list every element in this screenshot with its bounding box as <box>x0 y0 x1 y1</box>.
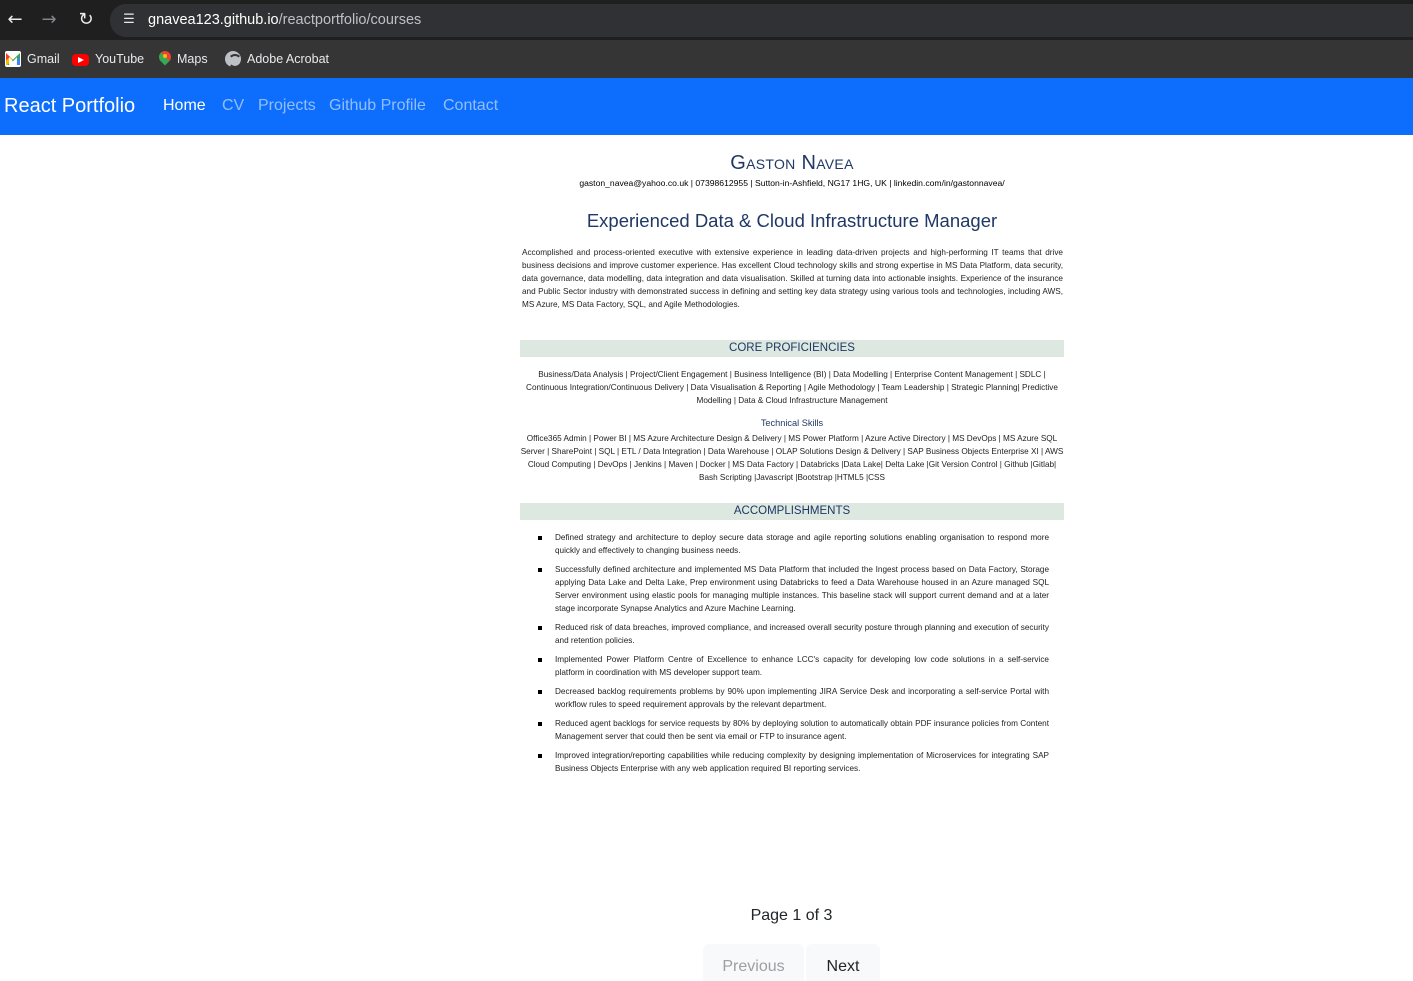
cv-contact-line: gaston_navea@yahoo.co.uk | 07398612955 |… <box>579 178 1005 188</box>
url-host: gnavea123.github.io <box>148 12 279 28</box>
maps-icon <box>159 51 171 67</box>
list-item: Reduced risk of data breaches, improved … <box>536 622 1049 648</box>
bullet-icon <box>538 625 542 630</box>
list-item: Successfully defined architecture and im… <box>536 564 1049 616</box>
accomplishment-text: Decreased backlog requirements problems … <box>555 686 1049 709</box>
bookmark-label: Gmail <box>27 52 60 66</box>
reload-icon[interactable]: ↻ <box>76 10 96 30</box>
url-path: /reactportfolio/courses <box>278 12 422 28</box>
bullet-icon <box>538 689 542 694</box>
accomplishment-text: Reduced agent backlogs for service reque… <box>555 718 1049 741</box>
cv-name: Gaston Navea <box>730 152 854 174</box>
list-item: Implemented Power Platform Centre of Exc… <box>536 654 1049 680</box>
core-proficiencies-text: Business/Data Analysis | Project/Client … <box>526 370 1058 405</box>
technical-skills-heading: Technical Skills <box>760 418 824 428</box>
url-field[interactable]: ☰ gnavea123.github.io/reactportfolio/cou… <box>110 4 1413 37</box>
navbar-brand[interactable]: React Portfolio <box>4 95 135 118</box>
gmail-icon <box>5 51 21 67</box>
previous-button[interactable]: Previous <box>703 944 804 981</box>
page-indicator: Page 1 of 3 <box>750 907 833 924</box>
app-navbar: React Portfolio Home CV Projects Github … <box>0 78 1413 135</box>
section-accomplishments: ACCOMPLISHMENTS <box>520 503 1064 520</box>
bookmark-adobe-acrobat[interactable]: Adobe Acrobat <box>225 50 329 68</box>
bullet-icon <box>538 568 542 572</box>
list-item: Decreased backlog requirements problems … <box>536 686 1049 712</box>
site-info-icon[interactable]: ☰ <box>120 11 138 29</box>
nav-link-contact[interactable]: Contact <box>443 97 498 115</box>
youtube-icon <box>72 54 89 66</box>
cv-summary: Accomplished and process-oriented execut… <box>522 248 1063 309</box>
bullet-icon <box>538 721 542 726</box>
bookmark-label: YouTube <box>95 52 145 66</box>
bookmark-label: Adobe Acrobat <box>247 52 330 66</box>
nav-link-home[interactable]: Home <box>163 97 206 115</box>
bookmark-maps[interactable]: Maps <box>159 50 208 68</box>
nav-link-projects[interactable]: Projects <box>258 97 316 115</box>
bookmarks-bar: Gmail YouTube Maps Adobe Acrobat <box>0 40 1413 78</box>
bullet-icon <box>538 753 542 758</box>
bookmark-youtube[interactable]: YouTube <box>72 50 144 68</box>
accomplishment-text: Defined strategy and architecture to dep… <box>555 533 1049 555</box>
list-item: Improved integration/reporting capabilit… <box>536 750 1049 776</box>
accomplishment-text: Improved integration/reporting capabilit… <box>555 750 1049 773</box>
accomplishments-list: Defined strategy and architecture to dep… <box>536 532 1049 782</box>
list-item: Defined strategy and architecture to dep… <box>536 532 1049 558</box>
bullet-icon <box>538 536 542 540</box>
next-button[interactable]: Next <box>806 944 880 981</box>
list-item: Reduced agent backlogs for service reque… <box>536 718 1049 744</box>
bullet-icon <box>538 657 542 662</box>
back-icon[interactable]: ← <box>5 10 25 30</box>
nav-link-github-profile[interactable]: Github Profile <box>329 97 426 115</box>
cv-headline: Experienced Data & Cloud Infrastructure … <box>586 210 998 231</box>
accomplishment-text: Successfully defined architecture and im… <box>555 565 1049 613</box>
url-text: gnavea123.github.io/reactportfolio/cours… <box>148 12 421 28</box>
section-core-proficiencies: CORE PROFICIENCIES <box>520 340 1064 357</box>
accomplishment-text: Implemented Power Platform Centre of Exc… <box>555 654 1049 677</box>
bookmark-gmail[interactable]: Gmail <box>5 50 60 68</box>
nav-link-cv[interactable]: CV <box>222 97 244 115</box>
acrobat-icon <box>225 51 242 68</box>
bookmark-label: Maps <box>177 52 208 66</box>
browser-address-bar: ← → ↻ ☰ gnavea123.github.io/reactportfol… <box>0 0 1413 40</box>
technical-skills-text: Office365 Admin | Power BI | MS Azure Ar… <box>520 434 1064 482</box>
forward-icon[interactable]: → <box>39 10 59 30</box>
accomplishment-text: Reduced risk of data breaches, improved … <box>555 622 1049 645</box>
